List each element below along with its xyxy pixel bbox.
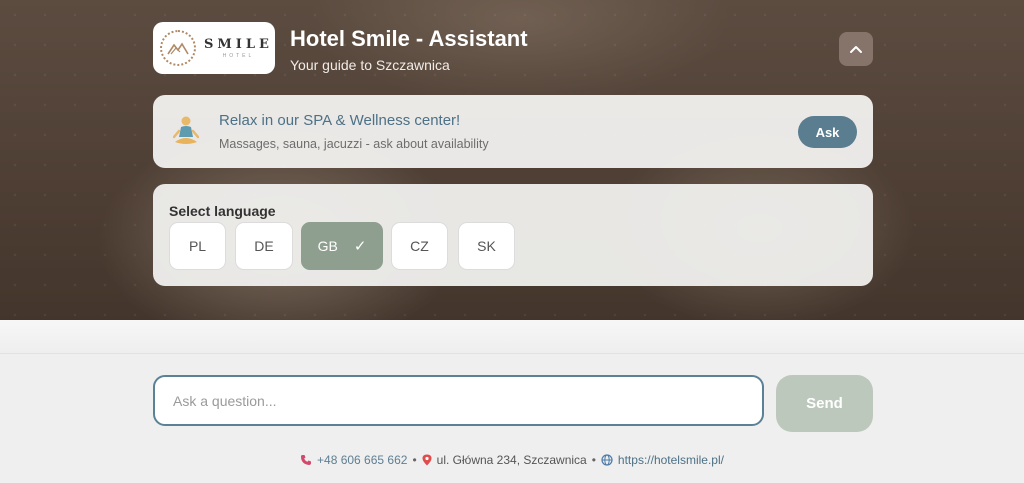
hotel-logo: SMILE HOTEL (153, 22, 275, 74)
page-title: Hotel Smile - Assistant (290, 26, 528, 51)
website-link[interactable]: https://hotelsmile.pl/ (618, 453, 724, 467)
chevron-up-icon (850, 46, 862, 53)
language-option-sk[interactable]: SK (458, 222, 515, 270)
promo-text: Massages, sauna, jacuzzi - ask about ava… (219, 137, 489, 151)
phone-icon (300, 454, 312, 466)
check-icon: ✓ (353, 238, 367, 255)
logo-sub: HOTEL (222, 52, 255, 59)
collapse-button[interactable] (839, 32, 873, 66)
language-selector-card: Select language PL DE GB ✓ CZ SK (153, 184, 873, 286)
send-button[interactable]: Send (776, 375, 873, 432)
language-option-gb[interactable]: GB ✓ (301, 222, 383, 270)
ask-button[interactable]: Ask (798, 116, 857, 148)
footer-separator: • (412, 453, 417, 467)
phone-link[interactable]: +48 606 665 662 (317, 453, 407, 467)
globe-icon (601, 454, 613, 466)
divider-band (0, 320, 1024, 354)
page-subtitle: Your guide to Szczawnica (290, 57, 450, 73)
language-label: Select language (169, 203, 276, 219)
footer-separator: • (591, 453, 596, 467)
language-option-gb-label: GB (317, 238, 338, 254)
spa-promo-card: Relax in our SPA & Wellness center! Mass… (153, 95, 873, 168)
language-option-pl[interactable]: PL (169, 222, 226, 270)
logo-mark-icon (160, 30, 196, 66)
contact-footer: +48 606 665 662 • ul. Główna 234, Szczaw… (0, 451, 1024, 469)
question-input[interactable] (153, 375, 764, 426)
logo-word: SMILE (204, 36, 273, 52)
address-text: ul. Główna 234, Szczawnica (436, 453, 587, 467)
meditation-icon (173, 116, 199, 144)
promo-title: Relax in our SPA & Wellness center! (219, 112, 461, 129)
language-option-de[interactable]: DE (235, 222, 293, 270)
location-pin-icon (422, 454, 432, 466)
language-option-cz[interactable]: CZ (391, 222, 448, 270)
